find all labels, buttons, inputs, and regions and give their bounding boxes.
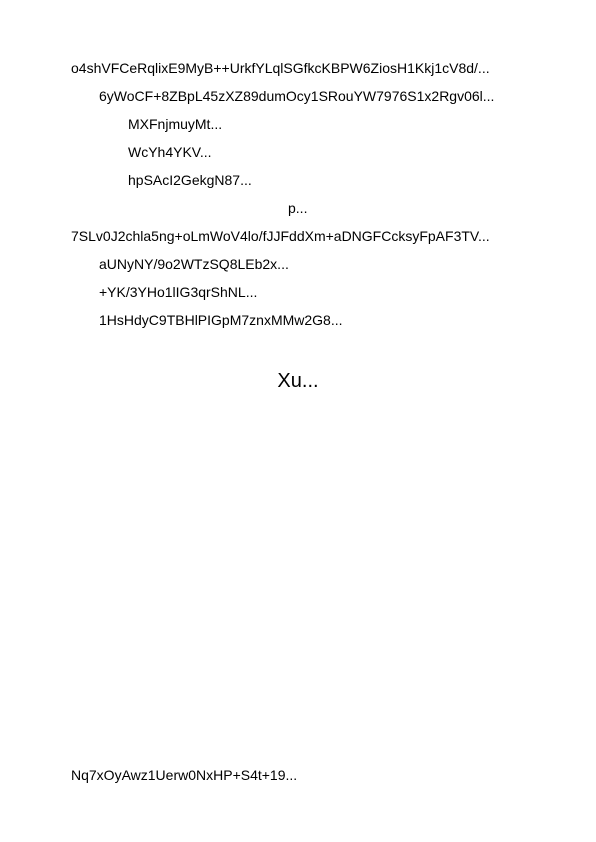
section-heading: Xu... <box>277 370 319 392</box>
text-line-9: +YK/3YHo1lIG3qrShNL... <box>99 284 258 300</box>
text-line-7: 7SLv0J2chla5ng+oLmWoV4lo/fJJFddXm+aDNGFC… <box>71 228 490 244</box>
footer-line: Nq7xOyAwz1Uerw0NxHP+S4t+19... <box>71 767 298 783</box>
text-line-2: 6yWoCF+8ZBpL45zXZ89dumOcy1SRouYW7976S1x2… <box>99 88 495 104</box>
text-line-4: WcYh4YKV... <box>128 144 212 160</box>
text-line-1: o4shVFCeRqlixE9MyB++UrkfYLqlSGfkcKBPW6Zi… <box>71 60 490 76</box>
text-line-6: p... <box>288 200 308 216</box>
text-line-8: aUNyNY/9o2WTzSQ8LEb2x... <box>99 256 289 272</box>
text-line-3: MXFnjmuyMt... <box>128 116 223 132</box>
text-line-10: 1HsHdyC9TBHlPIGpM7znxMMw2G8... <box>99 312 343 328</box>
text-line-5: hpSAcI2GekgN87... <box>128 172 252 188</box>
